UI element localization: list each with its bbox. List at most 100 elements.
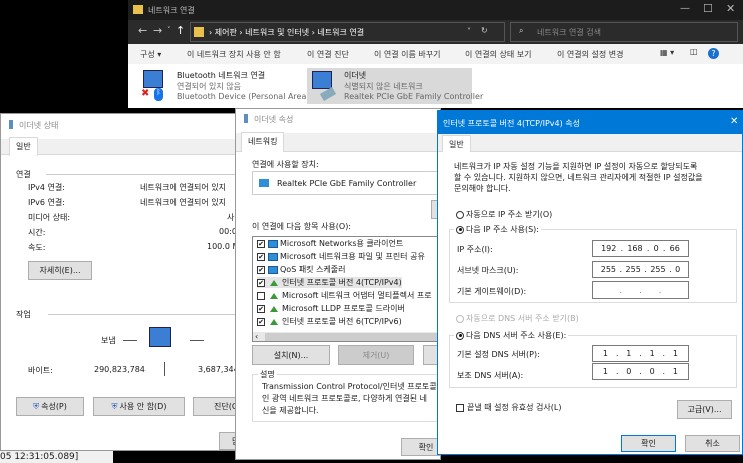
tab-strip (438, 134, 742, 152)
preferred-dns-input[interactable]: 1.1.1.1 (592, 345, 689, 362)
checkbox[interactable]: ✔ (257, 304, 265, 313)
list-item[interactable]: ✔ 인터넷 프로토콜 버전 6(TCP/IPv6) (257, 316, 402, 327)
tab-networking[interactable]: 네트워킹 (241, 132, 285, 152)
close-icon[interactable]: ✕ (730, 116, 738, 127)
error-x-icon: ✖ (141, 88, 150, 99)
list-item[interactable]: ✔ QoS 패킷 스케줄러 (257, 264, 346, 275)
device-label: 연결에 사용할 장치: (252, 160, 319, 169)
disable-device-button[interactable]: 이 네트워크 장치 사용 안 함 (187, 49, 281, 60)
cancel-button[interactable]: 취소 (685, 435, 740, 452)
minimize-button[interactable]: — (680, 3, 690, 14)
row-label: 속도: (28, 243, 46, 252)
checkbox[interactable]: ✔ (257, 252, 265, 261)
protocol-icon (270, 292, 278, 299)
horizontal-scrollbar[interactable]: ‹ (253, 332, 440, 341)
octet: 255 (650, 265, 666, 274)
dns1-label: 기본 설정 DNS 서버(P): (457, 350, 540, 359)
network-computer-icon (143, 70, 163, 88)
breadcrumb: › 제어판 › 네트워크 및 인터넷 › 네트워크 연결 (209, 28, 365, 37)
organize-menu[interactable]: 구성 ▾ (140, 49, 161, 60)
install-button[interactable]: 설치(N)... (252, 345, 330, 365)
rename-button[interactable]: 이 연결 이름 바꾸기 (374, 49, 441, 60)
list-item[interactable]: ✔ Microsoft 네트워크용 파일 및 프린터 공유 (257, 251, 425, 262)
back-icon[interactable]: ← (138, 24, 147, 37)
refresh-icon[interactable]: ↻ (481, 26, 488, 35)
scroll-thumb[interactable] (265, 333, 440, 341)
checkbox[interactable]: ✔ (257, 239, 265, 248)
auto-ip-radio[interactable]: 자동으로 IP 주소 받기(O) (456, 209, 552, 220)
manual-dns-radio[interactable]: 다음 DNS 서버 주소 사용(E): (454, 330, 569, 341)
history-chevron-icon[interactable]: ˅ (467, 27, 471, 36)
explorer-titlebar: 네트워크 연결 — ☐ ✕ (128, 0, 743, 20)
checkbox[interactable] (257, 291, 265, 300)
tab-general[interactable]: 일반 (9, 137, 38, 156)
item-device: Bluetooth Device (Personal Area ... (177, 92, 317, 101)
checkbox[interactable]: ✔ (257, 278, 265, 287)
remove-button[interactable]: 제거(U) (338, 345, 414, 365)
connection-item-ethernet[interactable]: 이더넷 식별되지 않은 네트워크 Realtek PCIe GbE Family… (307, 68, 483, 104)
up-icon[interactable]: ↑ (176, 24, 185, 37)
list-item[interactable]: ✔ Microsoft LLDP 프로토콜 드라이버 (257, 303, 405, 314)
bytes-received: 3,687,344 (198, 365, 238, 374)
item-label: 인터넷 프로토콜 버전 6(TCP/IPv6) (282, 317, 402, 326)
diagnose-button[interactable]: 진단(G (193, 397, 237, 416)
separator: . (658, 285, 662, 295)
scroll-left-icon[interactable]: ‹ (255, 332, 258, 341)
connection-item-bluetooth[interactable]: ✖ ᛒ Bluetooth 네트워크 연결 연결되어 있지 않음 Bluetoo… (140, 66, 317, 104)
octet: 192 (601, 244, 617, 253)
octet: 1 (626, 349, 632, 358)
validate-checkbox[interactable]: 끝낼 때 설정 유효성 검사(L) (456, 402, 561, 413)
divider (164, 362, 165, 376)
bytes-label: 바이트: (28, 366, 53, 375)
help-icon[interactable]: ? (708, 48, 719, 59)
ok-button[interactable]: 확인 (401, 438, 440, 456)
list-item[interactable]: ✔ 인터넷 프로토콜 버전 4(TCP/IPv4) (257, 277, 402, 288)
checkbox[interactable]: ✔ (257, 317, 265, 326)
alternate-dns-input[interactable]: 1.0.0.1 (592, 363, 689, 380)
breadcrumb-item[interactable]: 네트워크 연결 (317, 28, 364, 37)
properties-button[interactable]: ⛨ 속성(P) (16, 397, 84, 416)
ip-address-input[interactable]: 192. 168. 0. 66 (592, 240, 689, 257)
section-header: 작업 (16, 310, 31, 319)
mask-label: 서브넷 마스크(U): (457, 266, 519, 275)
row-label: 시간: (28, 228, 46, 237)
recent-chevron-icon[interactable]: ˅ (167, 26, 171, 34)
tab-general[interactable]: 일반 (442, 135, 471, 152)
components-list[interactable]: ✔ Microsoft Networks용 클라이언트 ✔ Microsoft 네트… (252, 236, 440, 342)
view-options-icon[interactable]: ▦ ▾ (660, 48, 674, 57)
search-box[interactable]: ⌕ 네트워크 연결 검색 (510, 22, 738, 42)
address-bar[interactable]: › 제어판 › 네트워크 및 인터넷 › 네트워크 연결 ˅ ↻ (190, 22, 505, 42)
ethernet-icon (244, 114, 248, 123)
details-button[interactable]: 자세히(E)... (28, 261, 92, 280)
view-status-button[interactable]: 이 연결의 상태 보기 (465, 49, 532, 60)
row-value: 100.0 M (207, 242, 238, 251)
diagnose-button[interactable]: 이 연결 진단 (307, 49, 349, 60)
radio[interactable] (456, 210, 464, 219)
manual-ip-radio[interactable]: 다음 IP 주소 사용(S): (454, 224, 541, 235)
advanced-button[interactable]: 고급(V)... (677, 400, 732, 419)
octet: 0 (626, 367, 632, 376)
list-item[interactable]: ✔ Microsoft Networks용 클라이언트 (257, 238, 403, 249)
radio[interactable] (456, 331, 464, 340)
close-button[interactable]: ✕ (726, 2, 735, 15)
radio[interactable] (456, 225, 464, 234)
gateway-input[interactable]: ... (592, 281, 689, 299)
dns2-label: 보조 DNS 서버(A): (457, 371, 524, 380)
protocol-icon (270, 305, 278, 312)
forward-icon[interactable]: → (153, 24, 162, 37)
list-item[interactable]: Microsoft 네트워크 어댑터 멀티플렉서 프로 (257, 290, 432, 301)
checkbox[interactable] (456, 403, 464, 412)
preview-pane-icon[interactable]: ◫ (690, 47, 698, 56)
breadcrumb-item[interactable]: 제어판 (215, 28, 237, 37)
ok-button[interactable]: 확인 (621, 435, 676, 452)
radio-label: 자동으로 IP 주소 받기(O) (466, 210, 553, 219)
disable-button[interactable]: ⛨ 사용 안 함(D) (93, 397, 185, 416)
row-label: IPv6 연결: (28, 198, 65, 207)
checkbox[interactable]: ✔ (257, 265, 265, 274)
maximize-button[interactable]: ☐ (703, 2, 713, 15)
device-box: Realtek PCIe GbE Family Controller (252, 171, 440, 195)
change-settings-button[interactable]: 이 연결의 설정 변경 (557, 49, 624, 60)
control-panel-icon (194, 27, 204, 37)
subnet-mask-input[interactable]: 255. 255. 255. 0 (592, 261, 689, 278)
breadcrumb-item[interactable]: 네트워크 및 인터넷 (245, 28, 309, 37)
